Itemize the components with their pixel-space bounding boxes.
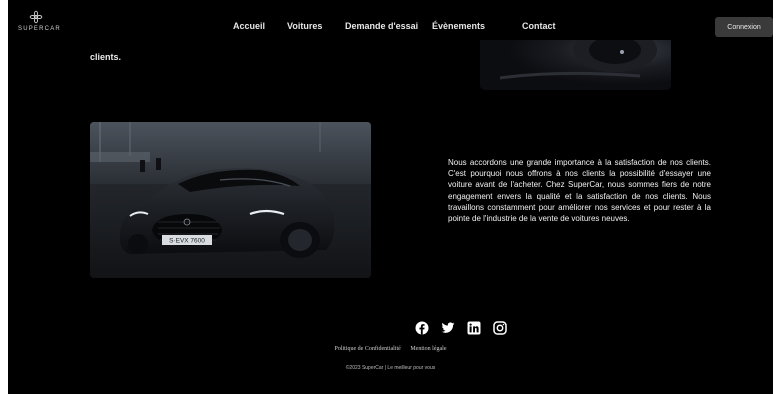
nav-item-demande-essai[interactable]: Demande d'essai bbox=[345, 21, 418, 31]
instagram-icon[interactable] bbox=[493, 321, 507, 335]
car-image: S·EVX 7600 bbox=[90, 122, 371, 278]
social-links bbox=[415, 321, 507, 337]
brand-logo[interactable]: SUPERCAR bbox=[18, 10, 61, 32]
section-text-fragment: clients. bbox=[90, 52, 122, 62]
privacy-policy-link[interactable]: Politique de Confidentialité bbox=[335, 346, 401, 352]
twitter-icon[interactable] bbox=[441, 321, 455, 335]
site-header: SUPERCAR Accueil Voitures Demande d'essa… bbox=[8, 0, 773, 40]
page: SUPERCAR Accueil Voitures Demande d'essa… bbox=[8, 0, 773, 394]
license-plate-text: S·EVX 7600 bbox=[169, 238, 205, 245]
login-button[interactable]: Connexion bbox=[715, 17, 773, 37]
copyright-text: ©2023 SuperCar | Le meilleur pour vous bbox=[345, 365, 436, 371]
logo-flower-icon bbox=[29, 10, 43, 24]
footer-links: Politique de Confidentialité Mention lég… bbox=[8, 346, 773, 352]
black-sports-car-photo: S·EVX 7600 bbox=[90, 122, 371, 278]
nav-item-accueil[interactable]: Accueil bbox=[233, 21, 265, 31]
nav-item-voitures[interactable]: Voitures bbox=[287, 21, 322, 31]
legal-notice-link[interactable]: Mention légale bbox=[410, 346, 446, 352]
facebook-icon[interactable] bbox=[415, 321, 429, 335]
section-description: Nous accordons une grande importance à l… bbox=[448, 158, 711, 224]
linkedin-icon[interactable] bbox=[467, 321, 481, 335]
nav-item-evenements[interactable]: Évènements bbox=[432, 21, 485, 31]
brand-name: SUPERCAR bbox=[18, 26, 61, 32]
car-wheel-graphic bbox=[499, 40, 657, 80]
nav-item-contact[interactable]: Contact bbox=[522, 21, 556, 31]
car-image-top bbox=[480, 40, 671, 90]
